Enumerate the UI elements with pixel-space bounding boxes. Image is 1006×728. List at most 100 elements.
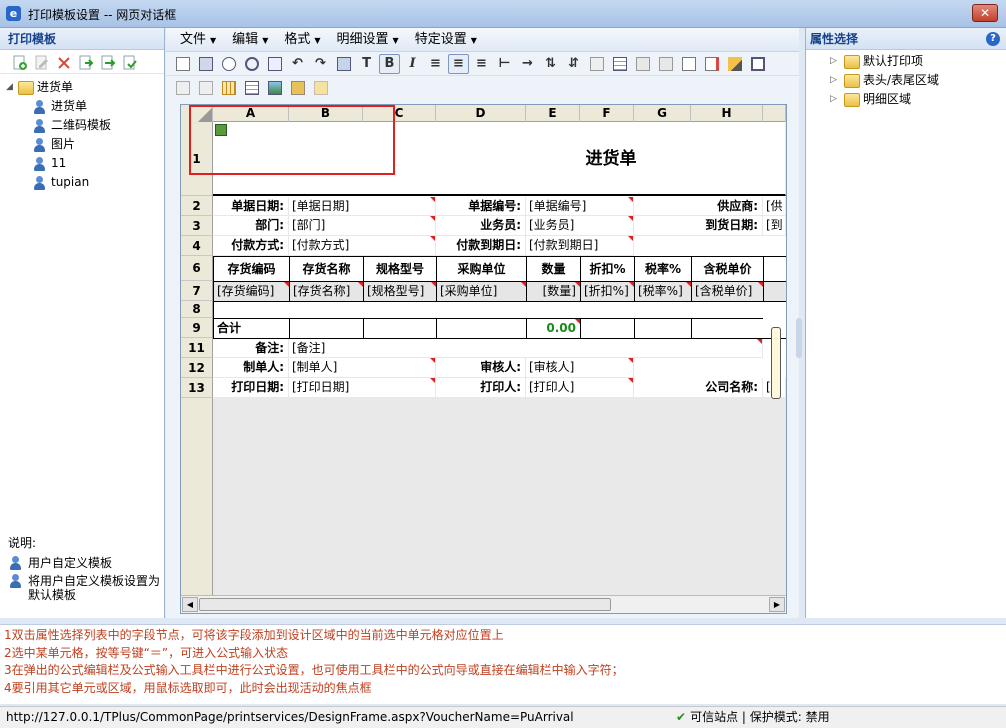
col-width-icon[interactable] [655,54,676,74]
border-icon[interactable] [586,54,607,74]
list-icon[interactable] [241,78,262,98]
field-arrival-date[interactable]: [到 [763,216,786,236]
td-inventory-code[interactable]: [存货编码] [213,281,289,301]
redo-icon[interactable]: ↷ [310,54,331,74]
pencil-icon[interactable] [724,54,745,74]
field-supplier[interactable]: [供 [763,197,786,216]
tree-node-purchase[interactable]: 进货单 [6,97,164,116]
spreadsheet[interactable]: A B C D E F G H 1 2 3 4 6 7 8 9 11 12 13 [180,104,787,614]
import-icon[interactable] [76,53,94,71]
label-department[interactable]: 部门: [213,216,289,236]
new-icon[interactable] [172,54,193,74]
col-header-h[interactable]: H [691,105,763,122]
zoom-icon[interactable] [241,54,262,74]
insert-row-icon[interactable]: ⊢ [494,54,515,74]
row-header-12[interactable]: 12 [181,358,213,378]
row-header-3[interactable]: 3 [181,216,213,236]
scroll-thumb[interactable] [199,598,611,611]
align-left-icon[interactable]: ≡ [425,54,446,74]
save-icon[interactable] [195,54,216,74]
sheet-grid[interactable]: A B C D E F G H 1 2 3 4 6 7 8 9 11 12 13 [181,105,786,595]
expand-icon[interactable]: ▷ [830,52,844,71]
collapse-icon[interactable]: ◢ [6,78,18,97]
row-header-6[interactable]: 6 [181,256,213,281]
close-button[interactable]: ✕ [972,4,998,22]
menu-format[interactable]: 格式 ▼ [276,30,328,50]
field-bill-date[interactable]: [单据日期] [289,197,436,216]
col-header-g[interactable]: G [634,105,691,122]
row-header-2[interactable]: 2 [181,196,213,216]
add-icon[interactable] [10,53,28,71]
tree-node-image[interactable]: 图片 [6,135,164,154]
field-payment-due[interactable]: [付款到期日] [526,236,634,256]
row-header-8[interactable]: 8 [181,301,213,318]
property-node-default[interactable]: ▷ 默认打印项 [830,52,1006,71]
row-header-11[interactable]: 11 [181,338,213,358]
field-department[interactable]: [部门] [289,216,436,236]
folder-open-icon[interactable] [310,78,331,98]
expand-icon[interactable]: ▷ [830,90,844,109]
th-extra[interactable] [763,256,786,281]
total-quantity[interactable]: 0.00 [526,318,580,338]
align-right-icon[interactable]: ≡ [471,54,492,74]
total-label[interactable]: 合计 [213,318,289,338]
merge-icon[interactable]: ⇅ [540,54,561,74]
bold-button[interactable]: B [379,53,400,74]
th-spec[interactable]: 规格型号 [363,256,436,281]
td-quantity[interactable]: [数量] [526,281,580,301]
align-center-icon[interactable]: ≡ [448,53,469,74]
row-8-blank[interactable] [213,301,786,318]
th-unit-price-tax[interactable]: 含税单价 [691,256,763,281]
cell-grid-icon[interactable] [218,78,239,98]
image-icon[interactable] [264,78,285,98]
th-quantity[interactable]: 数量 [526,256,580,281]
row-header-13[interactable]: 13 [181,378,213,398]
field-printer[interactable]: [打印人] [526,378,634,398]
col-header-i[interactable] [763,105,786,122]
help-icon[interactable]: ? [986,32,1000,46]
row-header-9[interactable]: 9 [181,318,213,338]
total-b[interactable] [289,318,363,338]
property-node-detail[interactable]: ▷ 明细区域 [830,90,1006,109]
frame-icon[interactable] [747,54,768,74]
col-header-d[interactable]: D [436,105,526,122]
menu-file[interactable]: 文件 ▼ [172,30,224,50]
italic-button[interactable]: I [402,54,423,74]
paste-icon[interactable] [678,54,699,74]
menu-special-settings[interactable]: 特定设置 ▼ [407,30,485,50]
label-supplier[interactable]: 供应商: [634,197,763,216]
col-header-f[interactable]: F [580,105,634,122]
label-payment-method[interactable]: 付款方式: [213,236,289,256]
field-print-date[interactable]: [打印日期] [289,378,436,398]
property-node-header-footer[interactable]: ▷ 表头/表尾区域 [830,71,1006,90]
td-tax-rate[interactable]: [税率%] [634,281,691,301]
copy-icon[interactable] [120,53,138,71]
scroll-left-icon[interactable]: ◀ [182,597,198,612]
horizontal-scrollbar[interactable]: ◀ ▶ [181,595,786,613]
td-unit-price-tax[interactable]: [含税单价] [691,281,763,301]
table2-icon[interactable] [195,78,216,98]
label-print-date[interactable]: 打印日期: [213,378,289,398]
label-company[interactable]: 公司名称: [634,378,763,398]
td-discount[interactable]: [折扣%] [580,281,634,301]
right-splitter[interactable] [796,318,802,358]
th-purchase-unit[interactable]: 采购单位 [436,256,526,281]
menu-detail-settings[interactable]: 明细设置 ▼ [329,30,407,50]
scroll-right-icon[interactable]: ▶ [769,597,785,612]
th-inventory-name[interactable]: 存货名称 [289,256,363,281]
td-extra[interactable] [763,281,786,301]
doc-red-icon[interactable] [701,54,722,74]
tree-node-tupian[interactable]: tupian [6,173,164,192]
total-c[interactable] [363,318,436,338]
row-header-4[interactable]: 4 [181,236,213,256]
field-payment-method[interactable]: [付款方式] [289,236,436,256]
label-payment-due[interactable]: 付款到期日: [436,236,526,256]
row-height-icon[interactable] [632,54,653,74]
menu-edit[interactable]: 编辑 ▼ [224,30,276,50]
th-inventory-code[interactable]: 存货编码 [213,256,289,281]
td-purchase-unit[interactable]: [采购单位] [436,281,526,301]
label-bill-date[interactable]: 单据日期: [213,197,289,216]
insert-col-icon[interactable]: → [517,54,538,74]
total-f[interactable] [580,318,634,338]
grid-icon[interactable] [609,54,630,74]
